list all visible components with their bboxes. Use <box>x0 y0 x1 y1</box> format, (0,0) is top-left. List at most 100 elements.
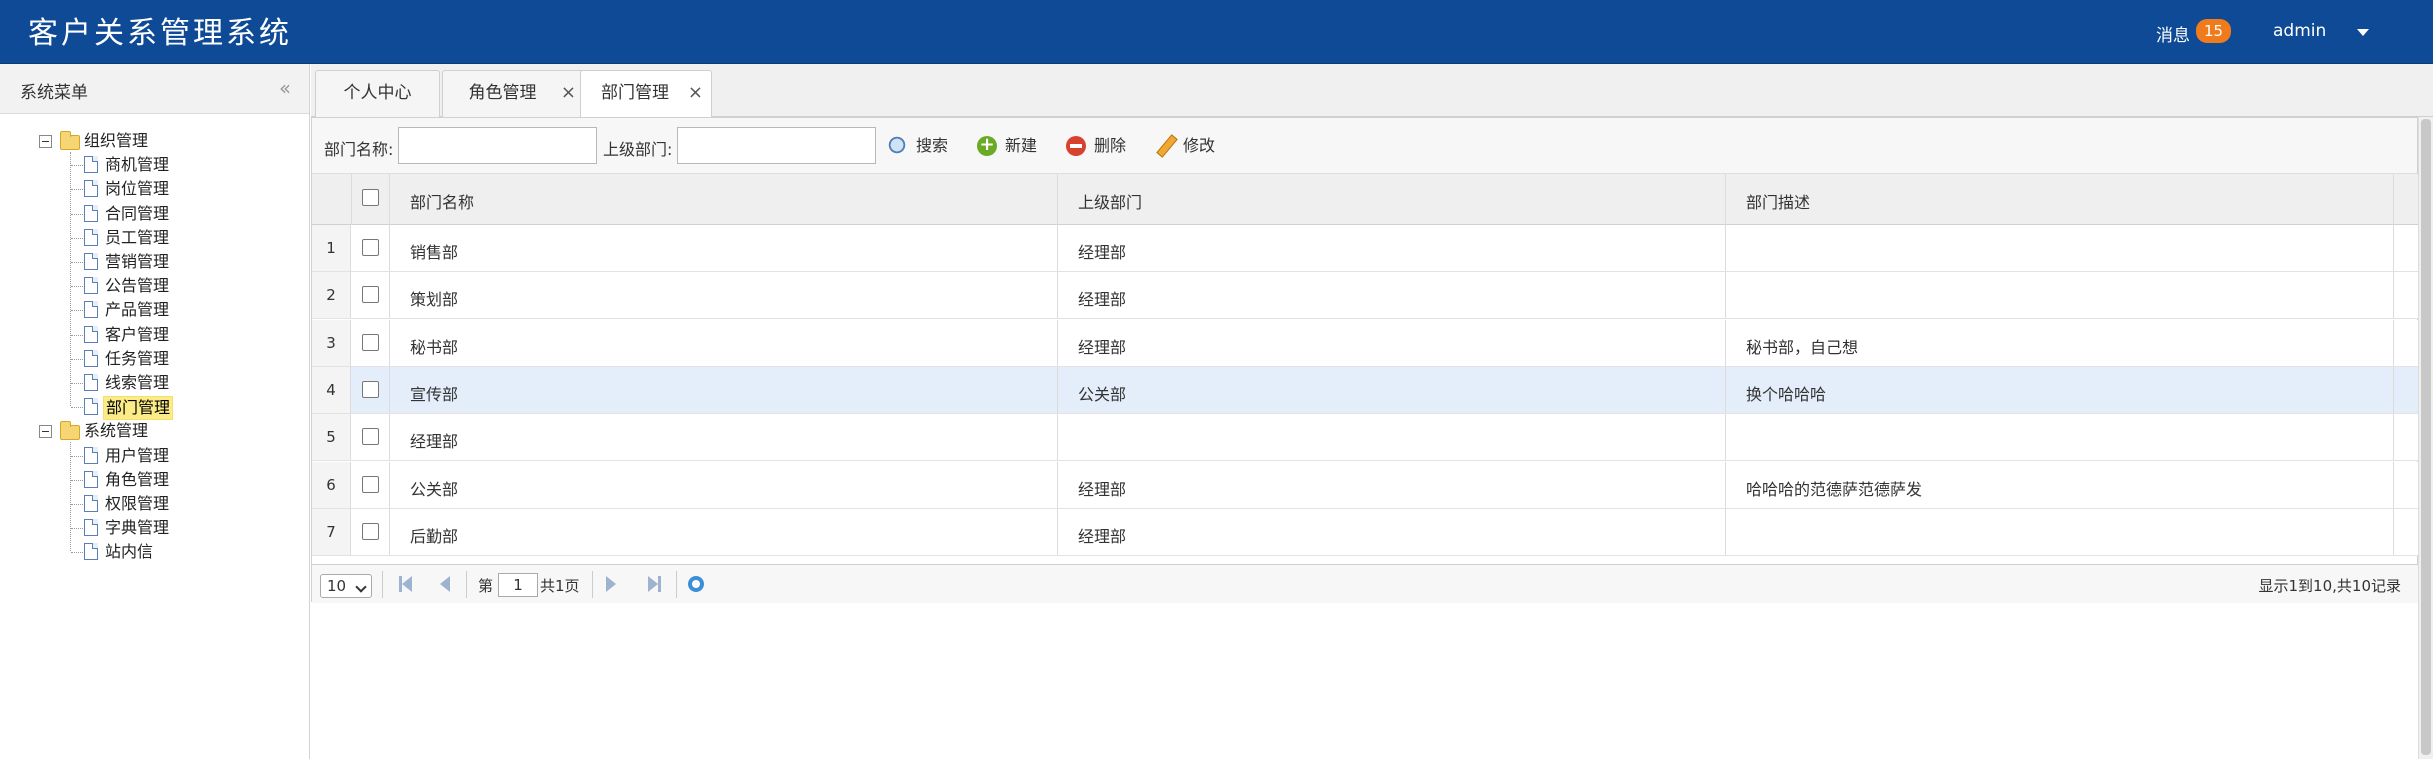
row-checkbox[interactable] <box>362 286 379 304</box>
tab-department-management[interactable]: 部门管理 × <box>580 70 712 118</box>
app-title: 客户关系管理系统 <box>28 16 292 51</box>
sidebar-item[interactable]: 岗位管理 <box>103 178 171 200</box>
last-page-icon[interactable] <box>646 576 662 592</box>
page-icon <box>84 301 98 319</box>
collapse-toggle-icon[interactable] <box>39 135 52 148</box>
table-row[interactable]: 7 后勤部 经理部 <box>312 508 2419 556</box>
column-divider <box>389 461 390 508</box>
user-menu[interactable]: admin <box>2273 21 2326 41</box>
column-divider <box>2393 174 2394 225</box>
column-divider <box>1057 366 1058 413</box>
cell-parent-dept: 经理部 <box>1078 337 1127 357</box>
tree-group-label[interactable]: 系统管理 <box>82 420 150 442</box>
column-divider <box>389 319 390 366</box>
row-checkbox[interactable] <box>362 522 379 540</box>
separator <box>676 571 677 598</box>
row-checkbox[interactable] <box>362 475 379 493</box>
collapse-icon[interactable]: ‹‹ <box>279 76 291 100</box>
column-header-name[interactable]: 部门名称 <box>410 189 474 213</box>
column-divider <box>2393 461 2394 508</box>
tab-personal-center[interactable]: 个人中心 <box>315 70 440 117</box>
cell-parent-dept: 经理部 <box>1078 290 1127 310</box>
sidebar-item[interactable]: 角色管理 <box>103 469 171 491</box>
page-icon <box>84 204 98 222</box>
close-icon[interactable]: × <box>561 71 576 115</box>
next-page-icon[interactable] <box>604 576 620 592</box>
cell-dept-name: 后勤部 <box>410 526 459 546</box>
row-checkbox[interactable] <box>362 380 379 398</box>
column-header-parent[interactable]: 上级部门 <box>1078 189 1142 213</box>
cell-dept-name: 销售部 <box>410 243 459 262</box>
tree-line <box>71 407 85 409</box>
table-row[interactable]: 2 策划部 经理部 <box>312 272 2419 320</box>
messages-link[interactable]: 消息 <box>2156 21 2190 46</box>
tab-role-management[interactable]: 角色管理 × <box>442 70 585 117</box>
sidebar-item[interactable]: 商机管理 <box>103 154 171 176</box>
page-size-select[interactable]: 10 <box>320 574 372 598</box>
table-row[interactable]: 1 销售部 经理部 <box>312 225 2419 272</box>
close-icon[interactable]: × <box>688 71 703 115</box>
sidebar-item[interactable]: 字典管理 <box>103 517 171 539</box>
sidebar-title: 系统菜单 <box>20 83 88 103</box>
column-divider <box>2393 366 2394 413</box>
department-panel: 部门名称: 上级部门: 搜索 新建 删除 修改 部门名称 上级部门 <box>311 117 2419 603</box>
search-button[interactable]: 搜索 <box>888 134 954 158</box>
table-row[interactable]: 3 秘书部 经理部 秘书部，自己想 <box>312 319 2419 367</box>
messages-badge[interactable]: 15 <box>2196 19 2232 43</box>
page-icon <box>84 180 98 198</box>
sidebar-item[interactable]: 任务管理 <box>103 348 171 370</box>
table-row[interactable]: 4 宣传部 公关部 换个哈哈哈 <box>312 366 2419 414</box>
page-icon <box>84 228 98 246</box>
page-icon <box>84 543 98 561</box>
column-divider <box>1057 414 1058 461</box>
tree-line <box>71 552 85 554</box>
select-all-checkbox[interactable] <box>362 189 379 206</box>
sidebar-item[interactable]: 部门管理 <box>103 396 174 421</box>
separator <box>466 571 467 598</box>
first-page-icon[interactable] <box>398 576 414 592</box>
dept-name-label: 部门名称: <box>324 140 394 159</box>
table-row[interactable]: 5 经理部 <box>312 414 2419 462</box>
prev-page-icon[interactable] <box>436 576 452 592</box>
tree-line <box>71 189 85 191</box>
column-divider <box>389 508 390 555</box>
table-row[interactable]: 6 公关部 经理部 哈哈哈的范德萨范德萨发 <box>312 461 2419 509</box>
column-divider <box>1725 225 1726 271</box>
tree-line <box>71 286 85 288</box>
tree-group-label[interactable]: 组织管理 <box>82 130 150 152</box>
edit-button[interactable]: 修改 <box>1155 134 1221 158</box>
row-checkbox[interactable] <box>362 428 379 446</box>
delete-button[interactable]: 删除 <box>1066 134 1132 158</box>
tree-line <box>70 442 71 552</box>
sidebar-item[interactable]: 员工管理 <box>103 227 171 249</box>
page-number-input[interactable]: 1 <box>498 573 538 597</box>
parent-dept-input[interactable] <box>677 127 876 164</box>
vertical-scrollbar[interactable] <box>2418 117 2433 759</box>
row-checkbox[interactable] <box>362 333 379 351</box>
tab-label: 个人中心 <box>343 83 412 103</box>
sidebar-item[interactable]: 公告管理 <box>103 275 171 297</box>
sidebar-item[interactable]: 客户管理 <box>103 324 171 346</box>
column-header-desc[interactable]: 部门描述 <box>1746 189 1810 213</box>
sidebar-item[interactable]: 营销管理 <box>103 251 171 273</box>
scrollbar-thumb[interactable] <box>2421 119 2431 755</box>
row-checkbox[interactable] <box>362 239 379 256</box>
column-divider <box>389 225 390 271</box>
page-total: 共1页 <box>540 577 580 595</box>
sidebar-item[interactable]: 产品管理 <box>103 299 171 321</box>
pencil-icon <box>1155 136 1175 156</box>
sidebar-item[interactable]: 权限管理 <box>103 493 171 515</box>
row-number: 5 <box>312 414 351 461</box>
sidebar-item[interactable]: 站内信 <box>103 541 155 563</box>
column-divider <box>2393 225 2394 271</box>
dept-name-input[interactable] <box>398 127 597 164</box>
chevron-down-icon[interactable] <box>2357 29 2369 36</box>
refresh-icon[interactable] <box>688 576 704 592</box>
sidebar-item[interactable]: 合同管理 <box>103 203 171 225</box>
sidebar-header: 系统菜单 ‹‹ <box>0 64 309 114</box>
sidebar-item[interactable]: 用户管理 <box>103 445 171 467</box>
cell-dept-name: 秘书部 <box>410 337 459 357</box>
sidebar-item[interactable]: 线索管理 <box>103 372 171 394</box>
add-button[interactable]: 新建 <box>977 133 1043 158</box>
collapse-toggle-icon[interactable] <box>39 425 52 439</box>
